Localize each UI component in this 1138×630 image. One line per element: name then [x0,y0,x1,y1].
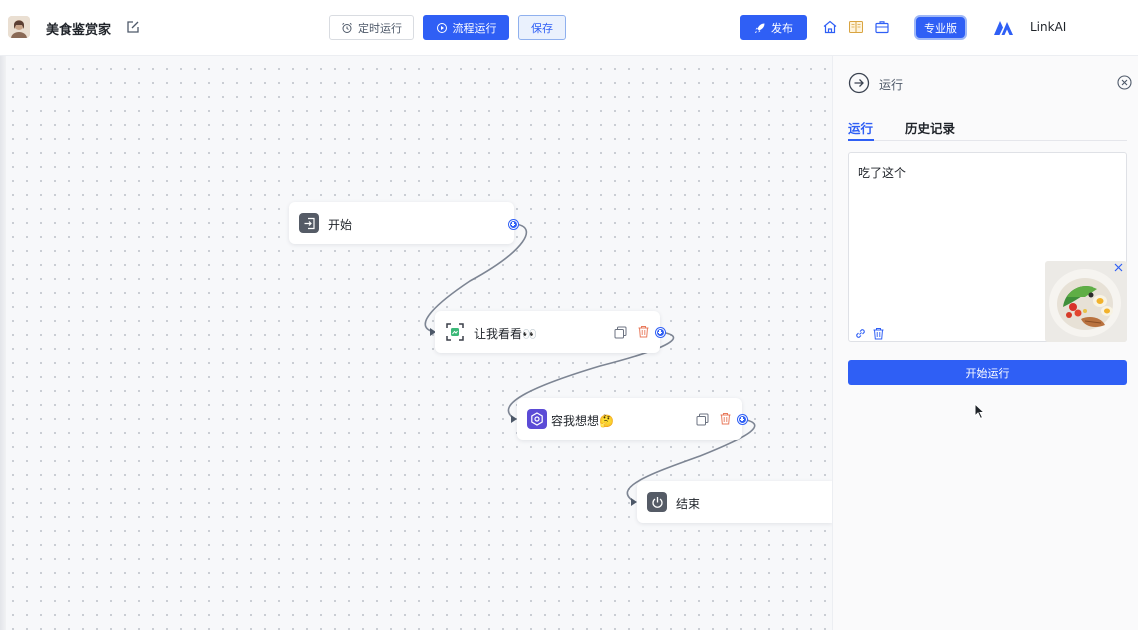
arrow-right-circle-icon [848,72,870,94]
run-input-text[interactable]: 吃了这个 [858,164,906,181]
node-start-output-port[interactable] [509,220,518,229]
start-run-button[interactable]: 开始运行 [848,360,1127,385]
edit-icon[interactable] [126,20,140,34]
briefcase-icon[interactable] [874,19,890,35]
node-look[interactable]: 让我看看👀 [435,311,665,353]
run-panel: 运行 运行 历史记录 吃了这个 开始运行 [832,56,1138,630]
copy-icon[interactable] [614,326,627,339]
node-start-label: 开始 [328,218,353,232]
tab-history[interactable]: 历史记录 [905,118,955,137]
power-icon [647,492,667,512]
active-tab-indicator [848,139,874,141]
node-look-label: 让我看看👀 [474,327,537,341]
node-look-output-port[interactable] [656,328,665,337]
ai-model-icon [527,409,547,429]
play-circle-icon [436,22,447,33]
trash-icon[interactable] [872,327,885,340]
rocket-icon [754,23,765,33]
alarm-clock-icon [342,22,352,33]
linkai-logo-icon [994,21,1013,35]
home-icon[interactable] [822,19,838,35]
tab-run[interactable]: 运行 [848,118,873,137]
schedule-run-label: 定时运行 [358,21,402,35]
publish-button[interactable]: 发布 [740,15,807,40]
app-avatar[interactable] [8,16,30,38]
run-input-box[interactable]: 吃了这个 [848,152,1127,342]
publish-label: 发布 [771,21,793,35]
mouse-cursor-icon [974,403,986,420]
flow-run-label: 流程运行 [452,21,497,35]
top-bar: 美食鉴赏家 定时运行 流程运行 保存 发布 专业版 LinkAI [0,0,1138,56]
panel-tabs: 运行 历史记录 [848,116,1127,141]
uploaded-food-image[interactable] [1045,261,1127,342]
node-end[interactable]: 结束 [637,481,832,523]
app-title: 美食鉴赏家 [46,23,112,38]
node-start[interactable]: 开始 [289,202,518,244]
delete-icon[interactable] [637,325,650,338]
login-icon [299,213,319,233]
save-label: 保存 [531,21,553,35]
pro-edition-badge[interactable]: 专业版 [914,15,967,40]
node-think[interactable]: 容我想想🤔 [517,398,747,440]
image-recognition-icon [445,322,465,342]
copy-icon[interactable] [696,413,709,426]
link-icon[interactable] [854,327,867,340]
node-think-output-port[interactable] [738,415,747,424]
panel-title: 运行 [879,78,904,92]
save-button[interactable]: 保存 [518,15,566,40]
node-end-label: 结束 [676,497,701,511]
close-icon[interactable] [1117,75,1132,90]
book-icon[interactable] [848,19,864,35]
schedule-run-button[interactable]: 定时运行 [329,15,414,40]
workflow-canvas[interactable]: 开始 让我看看👀 容我想想🤔 结束 [0,56,832,630]
delete-icon[interactable] [719,412,732,425]
flow-run-button[interactable]: 流程运行 [423,15,509,40]
remove-image-icon[interactable] [1114,263,1123,272]
node-think-label: 容我想想🤔 [551,414,614,428]
node-connections [424,223,756,506]
brand-name: LinkAI [1030,20,1067,34]
